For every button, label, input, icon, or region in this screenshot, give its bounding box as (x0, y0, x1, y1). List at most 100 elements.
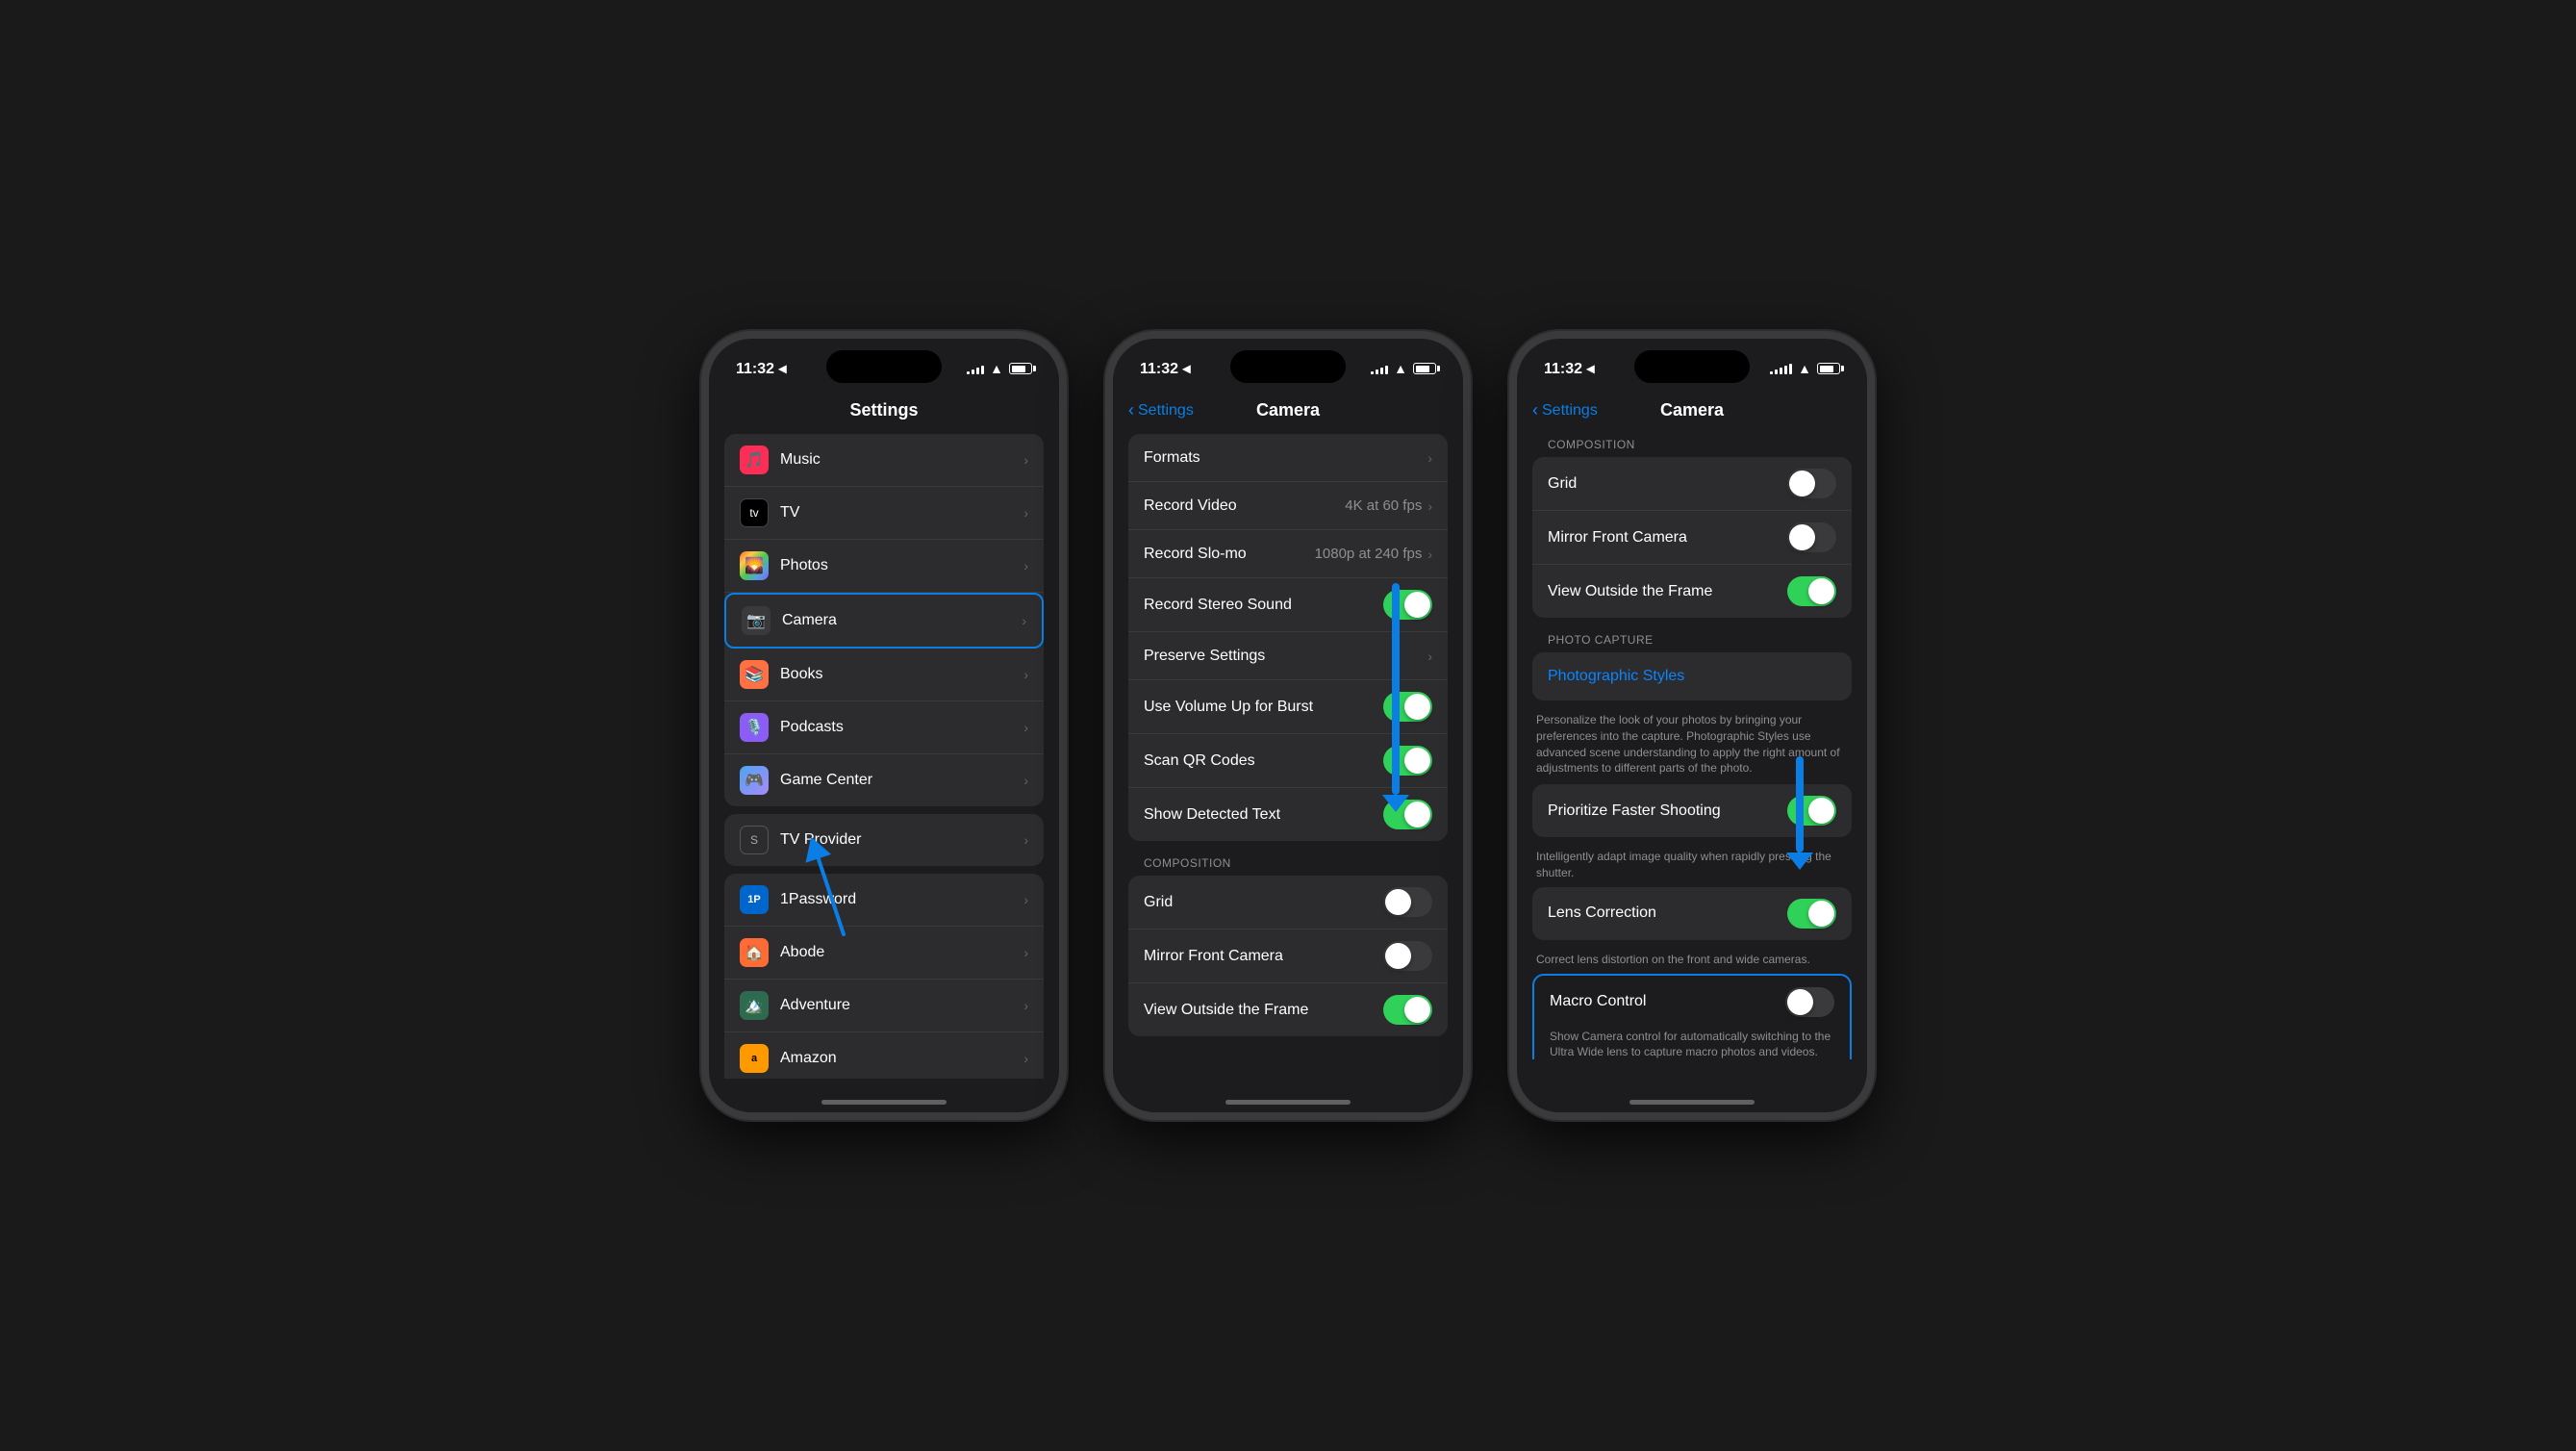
dynamic-island-2 (1230, 350, 1346, 383)
preserve-label: Preserve Settings (1144, 648, 1427, 665)
status-icons-2: ▲ (1371, 361, 1436, 376)
iphone-2: 11:32 ◂ ▲ ‹ Settings Camera (1105, 331, 1471, 1120)
nav-back-2[interactable]: ‹ Settings (1128, 400, 1194, 420)
settings-item-abode[interactable]: 🏠 Abode › (724, 927, 1044, 980)
toggle-mirror-p3[interactable] (1787, 522, 1836, 552)
nav-title-3: Camera (1660, 400, 1724, 420)
settings-item-record-stereo[interactable]: Record Stereo Sound (1128, 578, 1448, 632)
toggle-grid-p3[interactable] (1787, 469, 1836, 498)
lens-correction-label: Lens Correction (1548, 904, 1787, 922)
settings-item-lens-correction[interactable]: Lens Correction (1532, 887, 1852, 940)
abode-label: Abode (780, 944, 1023, 961)
chevron-camera: › (1022, 613, 1026, 628)
nav-title-1: Settings (849, 400, 918, 420)
back-label-2: Settings (1138, 402, 1194, 420)
podcasts-label: Podcasts (780, 719, 1023, 736)
toggle-prioritize-faster[interactable] (1787, 796, 1836, 826)
home-indicator-2 (1225, 1100, 1351, 1105)
tvprovider-icon: S (740, 826, 769, 854)
dynamic-island-3 (1634, 350, 1750, 383)
nav-header-2: ‹ Settings Camera (1113, 391, 1463, 434)
books-label: Books (780, 666, 1023, 683)
toggle-grid[interactable] (1383, 887, 1432, 917)
record-slomo-value: 1080p at 240 fps (1315, 546, 1423, 562)
prioritize-faster-label: Prioritize Faster Shooting (1548, 802, 1787, 820)
settings-item-photographic-styles-p3[interactable]: Photographic Styles (1532, 652, 1852, 700)
settings-item-podcasts[interactable]: 🎙️ Podcasts › (724, 701, 1044, 754)
photographic-styles-label-p3: Photographic Styles (1548, 668, 1836, 685)
settings-item-tv[interactable]: tv TV › (724, 487, 1044, 540)
toggle-scan-qr[interactable] (1383, 746, 1432, 776)
adventure-icon: 🏔️ (740, 991, 769, 1020)
macro-control-desc: Show Camera control for automatically sw… (1534, 1029, 1850, 1059)
nav-header-3: ‹ Settings Camera (1517, 391, 1867, 434)
tv-icon: tv (740, 498, 769, 527)
settings-item-show-text[interactable]: Show Detected Text (1128, 788, 1448, 841)
toggle-mirror-front[interactable] (1383, 941, 1432, 971)
back-chevron-3: ‹ (1532, 400, 1538, 420)
toggle-view-outside-p3[interactable] (1787, 576, 1836, 606)
settings-group-thirdparty: 1P 1Password › 🏠 Abode › 🏔️ Adventure › … (724, 874, 1044, 1079)
composition-section-label: COMPOSITION (1128, 849, 1448, 876)
nav-back-3[interactable]: ‹ Settings (1532, 400, 1598, 420)
toggle-view-outside[interactable] (1383, 995, 1432, 1025)
settings-item-photos[interactable]: 🌄 Photos › (724, 540, 1044, 593)
settings-item-gamecenter[interactable]: 🎮 Game Center › (724, 754, 1044, 806)
screen-2: ‹ Settings Camera Formats › Record Video… (1113, 391, 1463, 1112)
settings-item-record-video[interactable]: Record Video 4K at 60 fps › (1128, 482, 1448, 530)
settings-item-adventure[interactable]: 🏔️ Adventure › (724, 980, 1044, 1032)
iphone-3: 11:32 ◂ ▲ ‹ Settings Camera COM (1509, 331, 1875, 1120)
toggle-lens-correction[interactable] (1787, 899, 1836, 929)
tv-label: TV (780, 504, 1023, 522)
record-stereo-label: Record Stereo Sound (1144, 597, 1383, 614)
chevron-tv: › (1023, 505, 1028, 521)
settings-item-formats[interactable]: Formats › (1128, 434, 1448, 482)
chevron-photos: › (1023, 558, 1028, 573)
show-text-label: Show Detected Text (1144, 806, 1383, 824)
formats-label: Formats (1144, 449, 1427, 467)
settings-item-prioritize-faster[interactable]: Prioritize Faster Shooting (1532, 784, 1852, 837)
camera-settings-content-3: COMPOSITION Grid Mirror Front Camera Vie… (1517, 434, 1867, 1059)
settings-item-mirror-front[interactable]: Mirror Front Camera (1128, 929, 1448, 983)
grid-label-p3: Grid (1548, 475, 1787, 493)
tvprovider-label: TV Provider (780, 831, 1023, 849)
toggle-record-stereo[interactable] (1383, 590, 1432, 620)
music-icon: 🎵 (740, 445, 769, 474)
volume-burst-label: Use Volume Up for Burst (1144, 699, 1383, 716)
prioritize-faster-desc: Intelligently adapt image quality when r… (1532, 845, 1852, 887)
books-icon: 📚 (740, 660, 769, 689)
settings-item-1password[interactable]: 1P 1Password › (724, 874, 1044, 927)
settings-item-record-slomo[interactable]: Record Slo-mo 1080p at 240 fps › (1128, 530, 1448, 578)
settings-item-view-outside[interactable]: View Outside the Frame (1128, 983, 1448, 1036)
settings-item-grid[interactable]: Grid (1128, 876, 1448, 929)
signal-bar-3 (976, 368, 979, 374)
settings-item-view-outside-p3[interactable]: View Outside the Frame (1532, 565, 1852, 618)
podcasts-icon: 🎙️ (740, 713, 769, 742)
music-label: Music (780, 451, 1023, 469)
settings-item-tvprovider[interactable]: S TV Provider › (724, 814, 1044, 866)
time-1: 11:32 ◂ (736, 359, 787, 378)
mirror-front-label: Mirror Front Camera (1144, 948, 1383, 965)
toggle-volume-burst[interactable] (1383, 692, 1432, 722)
wifi-icon-2: ▲ (1394, 361, 1407, 376)
chevron-adventure: › (1023, 998, 1028, 1013)
amazon-icon: a (740, 1044, 769, 1073)
settings-item-scan-qr[interactable]: Scan QR Codes (1128, 734, 1448, 788)
status-icons-1: ▲ (967, 361, 1032, 376)
chevron-music: › (1023, 452, 1028, 468)
battery-icon-3 (1817, 363, 1840, 374)
lens-correction-desc: Correct lens distortion on the front and… (1532, 948, 1852, 974)
settings-item-grid-p3[interactable]: Grid (1532, 457, 1852, 511)
settings-item-preserve[interactable]: Preserve Settings › (1128, 632, 1448, 680)
settings-item-volume-burst[interactable]: Use Volume Up for Burst (1128, 680, 1448, 734)
toggle-macro-control[interactable] (1785, 987, 1834, 1017)
settings-list-1[interactable]: 🎵 Music › tv TV › 🌄 Photos › 📷 Camera (709, 434, 1059, 1079)
screen-1: Settings 🎵 Music › tv TV › 🌄 Photos › (709, 391, 1059, 1112)
settings-item-camera[interactable]: 📷 Camera › (724, 593, 1044, 649)
settings-item-books[interactable]: 📚 Books › (724, 649, 1044, 701)
settings-item-mirror-front-p3[interactable]: Mirror Front Camera (1532, 511, 1852, 565)
settings-item-music[interactable]: 🎵 Music › (724, 434, 1044, 487)
toggle-show-text[interactable] (1383, 800, 1432, 829)
settings-item-amazon[interactable]: a Amazon › (724, 1032, 1044, 1079)
settings-item-macro-control[interactable]: Macro Control (1534, 976, 1850, 1029)
